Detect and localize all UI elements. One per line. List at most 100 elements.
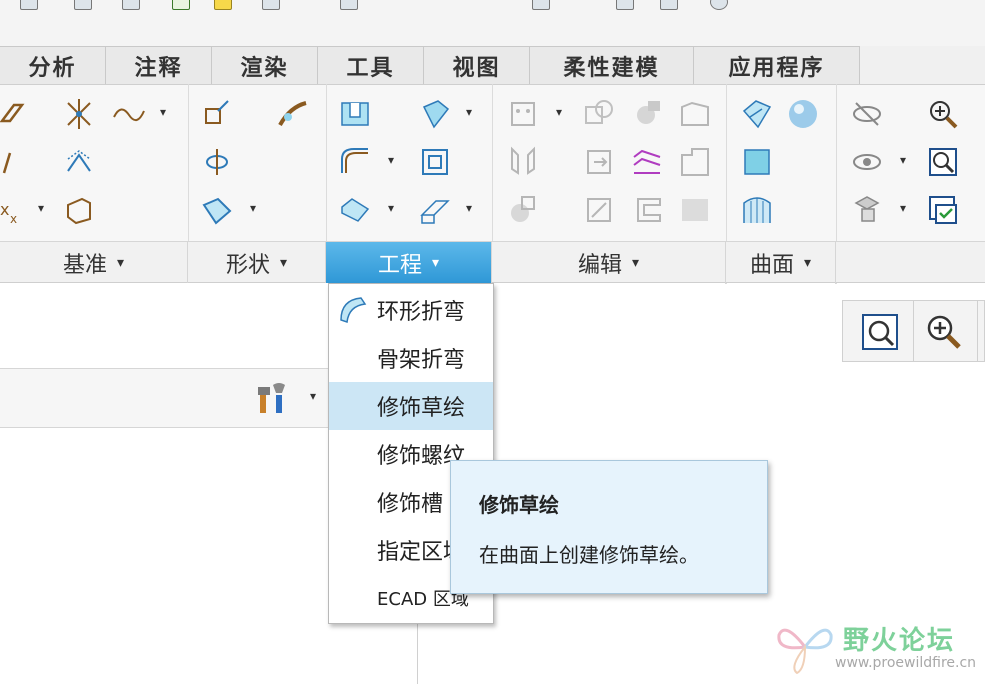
menu-item-label: 修饰槽 — [377, 492, 444, 517]
refit-icon[interactable] — [926, 145, 960, 179]
hide-icon[interactable] — [850, 97, 884, 131]
hole-icon[interactable] — [338, 97, 372, 131]
menu-item-label: 修饰草绘 — [377, 396, 466, 421]
thicken-icon[interactable] — [632, 193, 666, 227]
group-editing[interactable]: 编辑 ▾ — [492, 242, 726, 284]
ribbon-group-bar: 基准 ▾ 形状 ▾ 工程 ▾ 编辑 ▾ 曲面 ▾ — [0, 241, 985, 284]
tab-annotate[interactable]: 注释 — [106, 46, 212, 84]
show-icon[interactable] — [850, 145, 884, 179]
toroidal-bend-icon — [337, 294, 369, 326]
blend-icon[interactable] — [200, 193, 234, 227]
draft-dropdown[interactable]: ▾ — [466, 105, 472, 119]
round-dropdown[interactable]: ▾ — [388, 153, 394, 167]
paste-icon[interactable] — [632, 97, 666, 131]
zoom-in-icon[interactable] — [919, 307, 969, 357]
style-sphere-icon[interactable] — [786, 97, 820, 131]
chamfer-icon[interactable] — [338, 193, 372, 227]
group-engineering-label: 工程 — [377, 253, 422, 278]
list-icon[interactable] — [340, 0, 358, 10]
pattern-dropdown[interactable]: ▾ — [556, 105, 562, 119]
rib-icon[interactable] — [418, 193, 452, 227]
folder-icon[interactable] — [214, 0, 232, 10]
group-shapes[interactable]: 形状 ▾ — [188, 242, 326, 284]
point-icon[interactable] — [62, 97, 96, 131]
revolve-icon[interactable] — [200, 145, 234, 179]
graphics-toolbar — [842, 300, 985, 362]
extrude-icon[interactable] — [200, 97, 234, 131]
round-icon[interactable] — [338, 145, 372, 179]
tools-dropdown[interactable]: ▾ — [310, 389, 316, 403]
rib-dropdown[interactable]: ▾ — [466, 201, 472, 215]
csys-dropdown[interactable]: ▾ — [38, 201, 44, 215]
menu-item-spinal-bend[interactable]: 骨架折弯 — [329, 334, 493, 382]
save-copy-icon[interactable] — [122, 0, 140, 10]
tab-tools[interactable]: 工具 — [318, 46, 424, 84]
copy-icon[interactable] — [582, 97, 616, 131]
watermark-name: 野火论坛 — [843, 626, 956, 656]
saved-views-icon[interactable] — [926, 193, 960, 227]
menu-item-cosmetic-sketch[interactable]: 修饰草绘 — [329, 382, 493, 430]
intersect-icon[interactable] — [506, 193, 540, 227]
tab-render[interactable]: 渲染 — [212, 46, 318, 84]
blend-dropdown[interactable]: ▾ — [250, 201, 256, 215]
open-icon[interactable] — [74, 0, 92, 10]
chevron-down-icon: ▾ — [431, 255, 440, 271]
plane-icon[interactable] — [0, 97, 34, 131]
menu-tab-bar: 分析 注释 渲染 工具 视图 柔性建模 应用程序 — [0, 46, 985, 84]
analysis-feature-icon[interactable] — [62, 193, 96, 227]
menu-item-toroidal-bend[interactable]: 环形折弯 — [329, 286, 493, 334]
menu-item-label: 环形折弯 — [377, 300, 466, 325]
boundary-blend-icon[interactable] — [740, 97, 774, 131]
group-datum-label: 基准 — [62, 253, 107, 278]
watermark-url: www.proewildfire.cn — [835, 655, 977, 671]
curve-dropdown[interactable]: ▾ — [160, 105, 166, 119]
mirror-icon[interactable] — [506, 145, 540, 179]
group-engineering[interactable]: 工程 ▾ — [326, 242, 492, 284]
chevron-down-icon: ▾ — [116, 255, 125, 271]
settings-tools-icon[interactable] — [256, 379, 292, 417]
layers-dropdown[interactable]: ▾ — [900, 201, 906, 215]
tag-icon[interactable] — [532, 0, 550, 10]
freestyle-icon[interactable] — [740, 193, 774, 227]
offset-icon[interactable] — [678, 145, 712, 179]
extend-icon[interactable] — [582, 145, 616, 179]
chevron-down-icon: ▾ — [803, 255, 812, 271]
save-icon[interactable] — [20, 0, 38, 10]
layers-icon[interactable] — [850, 193, 884, 227]
project-icon[interactable] — [630, 145, 664, 179]
chevron-down-icon: ▾ — [279, 255, 288, 271]
draft-icon[interactable] — [418, 97, 452, 131]
solidify-icon[interactable] — [678, 193, 712, 227]
group-datum[interactable]: 基准 ▾ — [0, 242, 188, 284]
color-icon[interactable] — [660, 0, 678, 10]
sweep-icon[interactable] — [276, 97, 310, 131]
watermark: 野火论坛 www.proewildfire.cn — [775, 615, 980, 679]
fill-icon[interactable] — [740, 145, 774, 179]
shell-icon[interactable] — [418, 145, 452, 179]
tooltip: 修饰草绘 在曲面上创建修饰草绘。 — [450, 460, 768, 594]
tooltip-description: 在曲面上创建修饰草绘。 — [479, 543, 699, 567]
separator — [977, 301, 978, 361]
csys-icon[interactable]: xx — [0, 193, 34, 227]
tab-analysis[interactable]: 分析 — [0, 46, 106, 84]
axis-icon[interactable] — [0, 145, 34, 179]
sphere-icon[interactable] — [710, 0, 728, 10]
group-surfaces[interactable]: 曲面 ▾ — [726, 242, 836, 284]
chamfer-dropdown[interactable]: ▾ — [388, 201, 394, 215]
tab-applications[interactable]: 应用程序 — [694, 46, 860, 84]
trim-icon[interactable] — [678, 97, 712, 131]
appearance-icon[interactable] — [616, 0, 634, 10]
tab-flexible-modeling[interactable]: 柔性建模 — [530, 46, 694, 84]
show-dropdown[interactable]: ▾ — [900, 153, 906, 167]
sketch-icon[interactable] — [62, 145, 96, 179]
pattern-icon[interactable] — [506, 97, 540, 131]
svg-text:x: x — [0, 200, 9, 219]
window-icon[interactable] — [262, 0, 280, 10]
curve-icon[interactable] — [112, 97, 146, 131]
group-surfaces-label: 曲面 — [749, 253, 794, 278]
merge-icon[interactable] — [582, 193, 616, 227]
regenerate-icon[interactable] — [172, 0, 190, 10]
tab-view[interactable]: 视图 — [424, 46, 530, 84]
zoom-in-icon[interactable] — [926, 97, 960, 131]
refit-icon[interactable] — [855, 307, 905, 357]
